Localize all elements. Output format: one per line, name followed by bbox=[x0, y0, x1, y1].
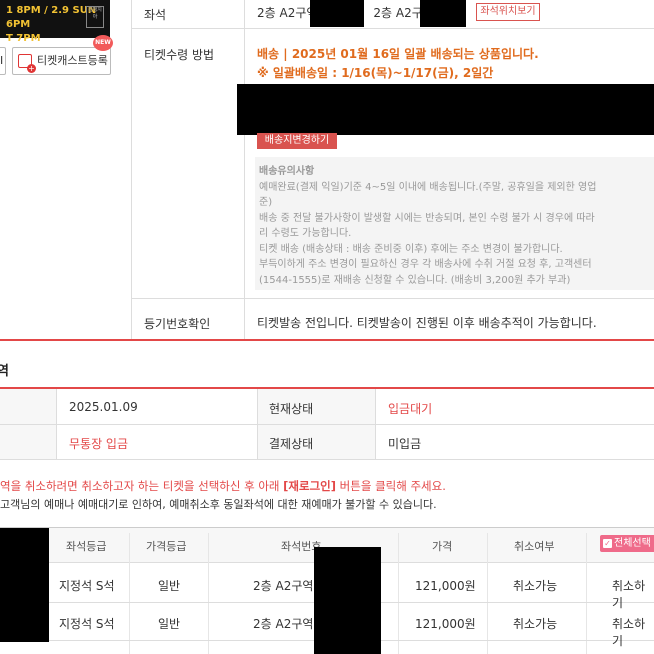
col-divider bbox=[487, 533, 488, 654]
payment-status-value: 미입금 bbox=[388, 437, 422, 451]
col-divider bbox=[56, 389, 57, 459]
redaction-block bbox=[0, 528, 49, 642]
registration-label: 등기번호확인 bbox=[144, 317, 211, 331]
redaction-block bbox=[420, 0, 466, 27]
cancel-instruction-text: 역을 취소하려면 취소하고자 하는 티켓을 선택하신 후 아래 bbox=[0, 479, 284, 493]
seat-label: 좌석 bbox=[144, 8, 167, 22]
seat-number-cell: 2층 A2구역 bbox=[253, 579, 314, 593]
receive-method-label: 티켓수령 방법 bbox=[144, 48, 215, 62]
delivery-notice-box: 배송유의사항 예매완료(결제 익일)기준 4~5일 이내에 배송됩니다.(주말,… bbox=[255, 157, 654, 290]
seat-number-cell: 2층 A2구역 bbox=[253, 617, 314, 631]
seat-value-2: 2층 A2구 bbox=[373, 6, 423, 20]
col-divider bbox=[257, 389, 258, 459]
ship-info-line2: ※ 일괄배송일 : 1/16(목)~1/17(금), 2일간 bbox=[257, 66, 494, 80]
grid-line bbox=[131, 0, 132, 340]
col-header-grade: 좌석등급 bbox=[66, 540, 107, 553]
delivery-notice-line: 배송 중 전달 불가사항이 발생할 시에는 반송되며, 본인 수령 불가 시 경… bbox=[259, 212, 595, 224]
redaction-block bbox=[237, 84, 654, 135]
col-header-cancel: 취소여부 bbox=[514, 540, 555, 553]
cancel-status-cell: 취소가능 bbox=[513, 617, 558, 631]
col-divider bbox=[129, 533, 130, 654]
select-all-label: 전체선택 bbox=[614, 538, 651, 549]
price-grade-cell: 일반 bbox=[158, 617, 181, 631]
section-title: 역 bbox=[0, 364, 9, 379]
booking-date: 2025.01.09 bbox=[69, 400, 138, 414]
row-divider bbox=[0, 459, 654, 460]
col-divider bbox=[586, 533, 587, 654]
partial-button-label: I bbox=[0, 54, 4, 67]
partial-button[interactable]: I bbox=[0, 47, 6, 75]
relogin-keyword: [재로그인] bbox=[283, 479, 337, 493]
seat-grade-cell: 지정석 S석 bbox=[59, 617, 115, 631]
seat-location-button[interactable]: 좌석위치보기 bbox=[476, 3, 540, 21]
col-divider bbox=[208, 533, 209, 654]
row-divider bbox=[131, 298, 654, 299]
col-header-price: 가격 bbox=[432, 540, 453, 553]
poster-thumbnail: 1 8PM / 2.9 SUN 6PM T 7PM 김정지아 bbox=[0, 0, 110, 44]
poster-venue: 김정지아 bbox=[88, 7, 102, 20]
section-divider bbox=[0, 339, 654, 341]
cancel-ticket-button[interactable]: 취소하기 bbox=[612, 615, 654, 649]
delivery-notice-title: 배송유의사항 bbox=[259, 166, 315, 177]
poster-line2: T 7PM bbox=[6, 33, 41, 44]
new-badge: NEW bbox=[93, 35, 113, 51]
row-divider bbox=[131, 28, 654, 29]
check-icon: ✓ bbox=[603, 539, 612, 548]
seat-value-1: 2층 A2구역 bbox=[257, 6, 318, 20]
col-header-price-grade: 가격등급 bbox=[146, 540, 187, 553]
delivery-notice-line: 리 수령도 가능합니다. bbox=[259, 228, 352, 239]
price-cell: 121,000원 bbox=[415, 579, 476, 593]
col-divider bbox=[398, 533, 399, 654]
change-address-button[interactable]: 배송지변경하기 bbox=[257, 133, 337, 149]
price-cell: 121,000원 bbox=[415, 617, 476, 631]
cancel-instruction-text: 버튼을 클릭해 주세요. bbox=[336, 479, 446, 493]
delivery-notice-line: 준) bbox=[259, 197, 273, 208]
payment-status-label: 결제상태 bbox=[269, 437, 314, 451]
delivery-notice-line: 예매완료(결제 익일)기준 4~5일 이내에 배송됩니다.(주말, 공휴일을 제… bbox=[259, 181, 597, 193]
ship-info-line1: 배송 | 2025년 01월 16일 일괄 배송되는 상품입니다. bbox=[257, 47, 539, 61]
delivery-notice-line: 티켓 배송 (배송상태 : 배송 준비중 이후) 후에는 주소 변경이 불가합니… bbox=[259, 243, 563, 255]
cancel-instruction: 역을 취소하려면 취소하고자 하는 티켓을 선택하신 후 아래 [재로그인] 버… bbox=[0, 478, 446, 494]
delivery-notice-line: 부득이하게 주소 변경이 필요하신 경우 각 배송사에 수취 거절 요청 후, … bbox=[259, 259, 592, 270]
registration-status: 티켓발송 전입니다. 티켓발송이 진행된 이후 배송추적이 가능합니다. bbox=[257, 316, 597, 330]
poster-venue-seal: 김정지아 bbox=[86, 6, 104, 28]
cancel-ticket-button[interactable]: 취소하기 bbox=[612, 577, 654, 611]
redaction-block bbox=[310, 0, 364, 27]
current-status-value: 입금대기 bbox=[388, 402, 433, 416]
redaction-block bbox=[314, 547, 381, 654]
payment-method: 무통장 입금 bbox=[69, 437, 129, 451]
ticket-add-icon bbox=[18, 54, 36, 73]
col-divider bbox=[375, 389, 376, 459]
current-status-label: 현재상태 bbox=[269, 402, 314, 416]
ticketcast-register-button[interactable]: 티켓캐스트등록 bbox=[12, 47, 111, 75]
select-all-button[interactable]: ✓ 전체선택 bbox=[600, 535, 654, 552]
row-divider bbox=[0, 424, 654, 425]
cancel-warning: 고객님의 예매나 예매대기로 인하여, 예매취소후 동일좌석에 대한 재예매가 … bbox=[0, 498, 437, 511]
delivery-notice-line: (1544-1555)로 재배송 신청할 수 있습니다. (배송비 3,200원… bbox=[259, 274, 571, 286]
ticketcast-register-label: 티켓캐스트등록 bbox=[37, 54, 108, 67]
cancel-status-cell: 취소가능 bbox=[513, 579, 558, 593]
price-grade-cell: 일반 bbox=[158, 579, 181, 593]
grid-line bbox=[244, 0, 245, 340]
seat-grade-cell: 지정석 S석 bbox=[59, 579, 115, 593]
